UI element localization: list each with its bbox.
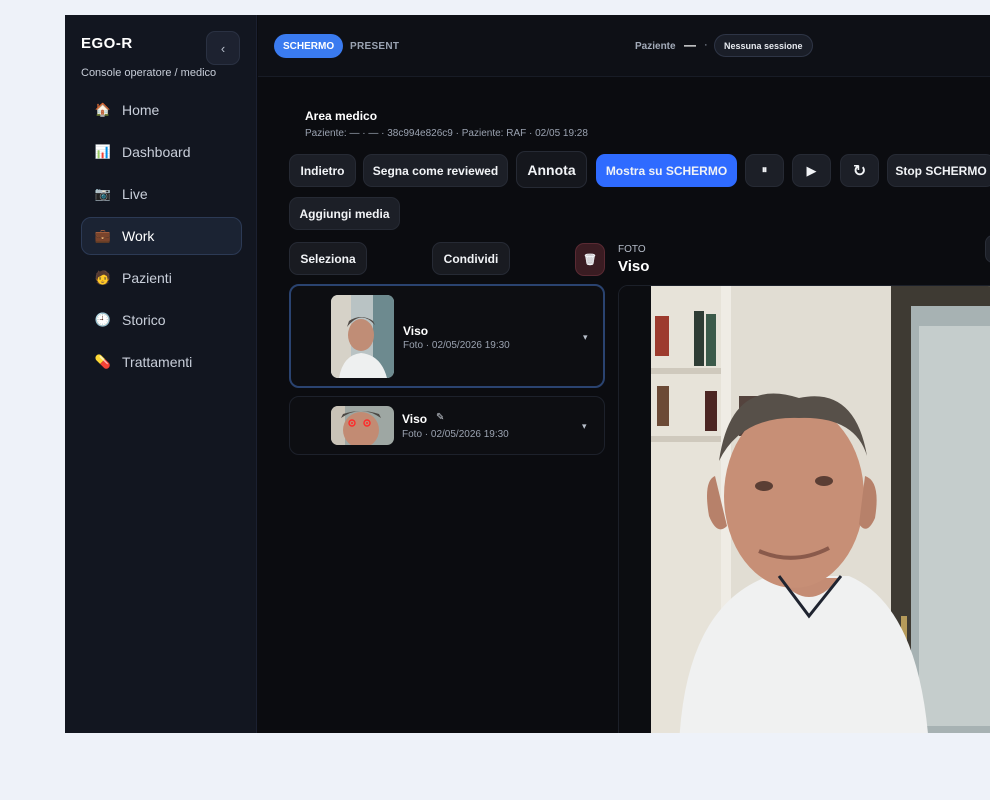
topbar: SCHERMO PRESENT Paziente — · Nessuna ses… [258,15,990,77]
sidebar-item-label: Home [122,102,160,118]
viewer-action-button[interactable] [985,235,990,263]
session-badge[interactable]: Nessuna sessione [714,34,813,57]
media-thumbnail [331,406,394,445]
back-button[interactable]: Indietro [289,154,356,187]
patient-separator: · [704,39,708,51]
media-list-item-1[interactable]: Viso Foto · 02/05/2026 19:30 ▾ [289,284,605,388]
page-title: Area medico [305,109,378,123]
stop-screen-button[interactable]: Stop SCHERMO [887,154,990,187]
sidebar-item-label: Work [122,228,155,244]
show-on-screen-button[interactable]: Mostra su SCHERMO [596,154,737,187]
trash-icon: 🗑 [583,254,597,266]
pause-button[interactable]: ⏸ [745,154,784,187]
face-photo-thumbnail-image [331,295,394,378]
sidebar-item-trattamenti[interactable]: 💊 Trattamenti [81,343,242,381]
clock-icon: 🕘 [94,312,112,327]
patient-label: Paziente [635,41,676,52]
select-button[interactable]: Seleziona [289,242,367,275]
viewer-title: Viso [618,258,650,275]
annotate-button[interactable]: Annota [516,151,587,188]
chevron-down-icon[interactable]: ▾ [583,332,588,343]
play-button[interactable]: ▶ [792,154,831,187]
refresh-button[interactable]: ↻ [840,154,879,187]
brand-subtitle: Console operatore / medico [81,67,217,79]
sidebar-item-storico[interactable]: 🕘 Storico [81,301,242,339]
sidebar-item-label: Live [122,186,148,202]
chevron-left-icon: ‹ [220,40,226,56]
collapse-sidebar-button[interactable]: ‹ [206,31,240,65]
sidebar-item-label: Trattamenti [122,354,193,370]
annotated-face-thumbnail-image [331,406,394,445]
media-meta: Foto · 02/05/2026 19:30 [403,340,510,351]
camera-icon: 📷 [94,186,112,201]
viewer-kind-label: FOTO [618,244,646,255]
media-title: Viso [403,324,429,338]
play-icon: ▶ [806,162,817,178]
pause-icon: ⏸ [761,164,768,176]
media-meta: Foto · 02/05/2026 19:30 [402,429,509,440]
person-icon: 🧑 [94,270,112,285]
sidebar-item-pazienti[interactable]: 🧑 Pazienti [81,259,242,297]
media-title: Viso [402,412,428,426]
home-icon: 🏠 [94,102,112,117]
sidebar-item-live[interactable]: 📷 Live [81,175,242,213]
brand-title: EGO-R [81,35,133,52]
sidebar: EGO-R Console operatore / medico ‹ 🏠 Hom… [65,15,257,733]
photo-viewer[interactable] [618,285,990,733]
sidebar-item-label: Storico [122,312,166,328]
chevron-down-icon[interactable]: ▾ [582,421,587,432]
patient-value: — [684,38,696,52]
pill-icon: 💊 [94,354,112,369]
patient-face-photo [619,286,990,733]
sidebar-item-label: Pazienti [122,270,172,286]
refresh-icon: ↻ [852,162,867,180]
sidebar-item-home[interactable]: 🏠 Home [81,91,242,129]
chart-icon: 📊 [94,144,112,159]
tab-schermo[interactable]: SCHERMO [274,34,344,58]
pencil-icon: ✎ [436,412,445,423]
sidebar-item-work[interactable]: 💼 Work [81,217,242,255]
delete-button[interactable]: 🗑 [575,243,605,276]
media-thumbnail [331,295,394,378]
tab-present[interactable]: PRESENT [350,41,399,52]
media-list-item-2[interactable]: Viso ✎ Foto · 02/05/2026 19:30 ▾ [289,396,605,455]
mark-reviewed-button[interactable]: Segna come reviewed [363,154,508,187]
add-media-button[interactable]: Aggiungi media [289,197,400,230]
share-button[interactable]: Condividi [432,242,510,275]
page-subtitle: Paziente: — · — · 38c994e826c9 · Pazient… [305,128,588,139]
app-window: EGO-R Console operatore / medico ‹ 🏠 Hom… [65,15,990,733]
sidebar-item-label: Dashboard [122,144,191,160]
briefcase-icon: 💼 [94,228,112,243]
sidebar-nav: 🏠 Home 📊 Dashboard 📷 Live 💼 Work 🧑 Pazie… [81,91,242,385]
sidebar-item-dashboard[interactable]: 📊 Dashboard [81,133,242,171]
